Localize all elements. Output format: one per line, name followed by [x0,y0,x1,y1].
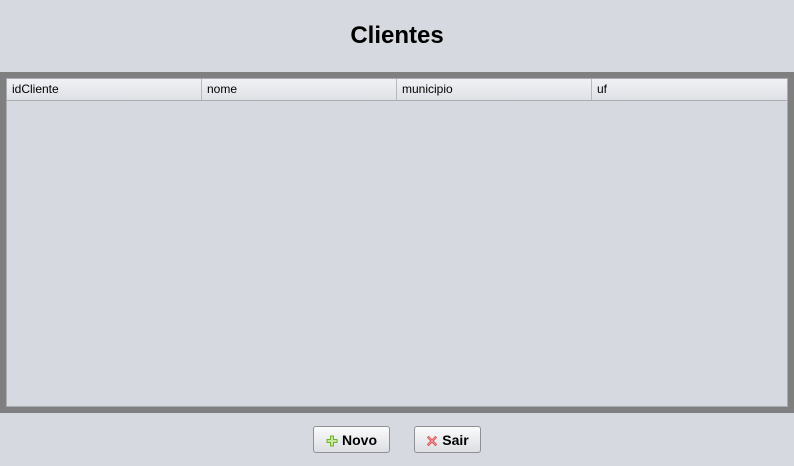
table-body[interactable] [7,101,787,406]
sair-button[interactable]: Sair [414,426,481,453]
button-bar: Novo Sair [0,426,794,453]
page-title: Clientes [350,22,444,49]
novo-button[interactable]: Novo [313,426,390,453]
clientes-table[interactable]: idCliente nome municipio uf [6,78,788,407]
plus-icon [326,434,338,446]
sair-button-label: Sair [442,431,469,448]
column-header-idcliente[interactable]: idCliente [7,79,202,100]
column-header-nome[interactable]: nome [202,79,397,100]
column-header-municipio[interactable]: municipio [397,79,592,100]
table-header: idCliente nome municipio uf [7,79,787,101]
novo-button-label: Novo [342,431,377,448]
column-header-uf[interactable]: uf [592,79,787,100]
table-scroll-pane: idCliente nome municipio uf [0,72,794,413]
x-icon [426,434,438,446]
